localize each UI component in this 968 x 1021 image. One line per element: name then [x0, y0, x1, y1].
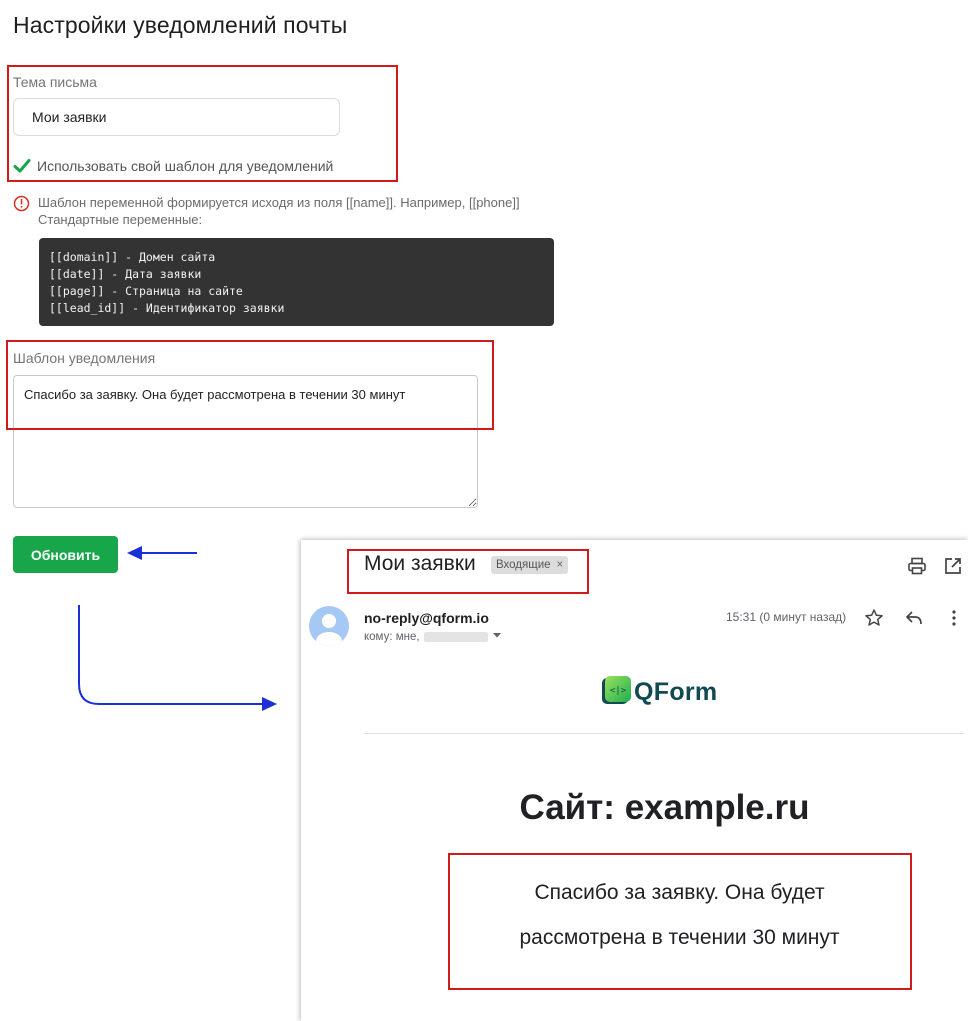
variable-line: [[lead_id]] - Идентификатор заявки [49, 301, 285, 315]
qform-logo-icon: <|> [600, 675, 632, 710]
template-label: Шаблон уведомления [13, 350, 156, 366]
inbox-label-chip[interactable]: Входящие × [491, 556, 569, 574]
info-subtext: Стандартные переменные: [38, 212, 203, 227]
recipient-details-icon[interactable] [492, 630, 502, 643]
arrow-to-email [78, 605, 277, 711]
reply-icon[interactable] [904, 608, 924, 628]
subject-label: Тема письма [13, 74, 97, 90]
custom-template-checkbox[interactable]: Использовать свой шаблон для уведомлений [13, 157, 333, 175]
page-title: Настройки уведомлений почты [13, 12, 348, 38]
inbox-label-text: Входящие [496, 559, 551, 571]
info-icon [13, 195, 30, 212]
sender-address[interactable]: no-reply@qform.io [364, 610, 489, 626]
site-title: Сайт: example.ru [519, 788, 810, 827]
recipient-prefix: кому: мне, [364, 630, 420, 643]
recipient-line: кому: мне, [364, 630, 502, 643]
header-divider [364, 733, 964, 734]
email-body-text: Спасибо за заявку. Она будет рассмотрена… [449, 855, 910, 988]
email-body-line: рассмотрена в течении 30 минут [519, 926, 840, 949]
email-time: 15:31 (0 минут назад) [726, 610, 847, 624]
variable-line: [[date]] - Дата заявки [49, 267, 202, 281]
variables-code-block: [[domain]] - Домен сайта [[date]] - Дата… [39, 238, 554, 326]
info-text: Шаблон переменной формируется исходя из … [38, 195, 520, 210]
check-icon[interactable] [13, 157, 31, 175]
email-body-line: Спасибо за заявку. Она будет [534, 881, 825, 904]
qform-logo: <|> QForm [600, 675, 717, 710]
open-new-window-icon[interactable] [943, 556, 963, 576]
print-icon[interactable] [907, 556, 927, 576]
custom-template-label: Использовать свой шаблон для уведомлений [37, 158, 334, 174]
recipient-redacted [423, 631, 488, 642]
sender-avatar [309, 606, 349, 646]
variables-info: Шаблон переменной формируется исходя из … [13, 194, 520, 228]
template-textarea[interactable]: Спасибо за заявку. Она будет рассмотрена… [13, 375, 478, 508]
variable-line: [[page]] - Страница на сайте [49, 284, 243, 298]
remove-label-icon[interactable]: × [557, 556, 564, 574]
update-button[interactable]: Обновить [13, 536, 118, 573]
variable-line: [[domain]] - Домен сайта [49, 250, 216, 264]
more-options-icon[interactable] [944, 608, 964, 628]
subject-input[interactable] [13, 98, 340, 136]
svg-text:<|>: <|> [610, 686, 627, 696]
arrow-to-button [127, 546, 197, 560]
star-icon[interactable] [864, 608, 884, 628]
email-subject: Мои заявки [364, 552, 476, 575]
qform-logo-text: QForm [634, 678, 718, 706]
